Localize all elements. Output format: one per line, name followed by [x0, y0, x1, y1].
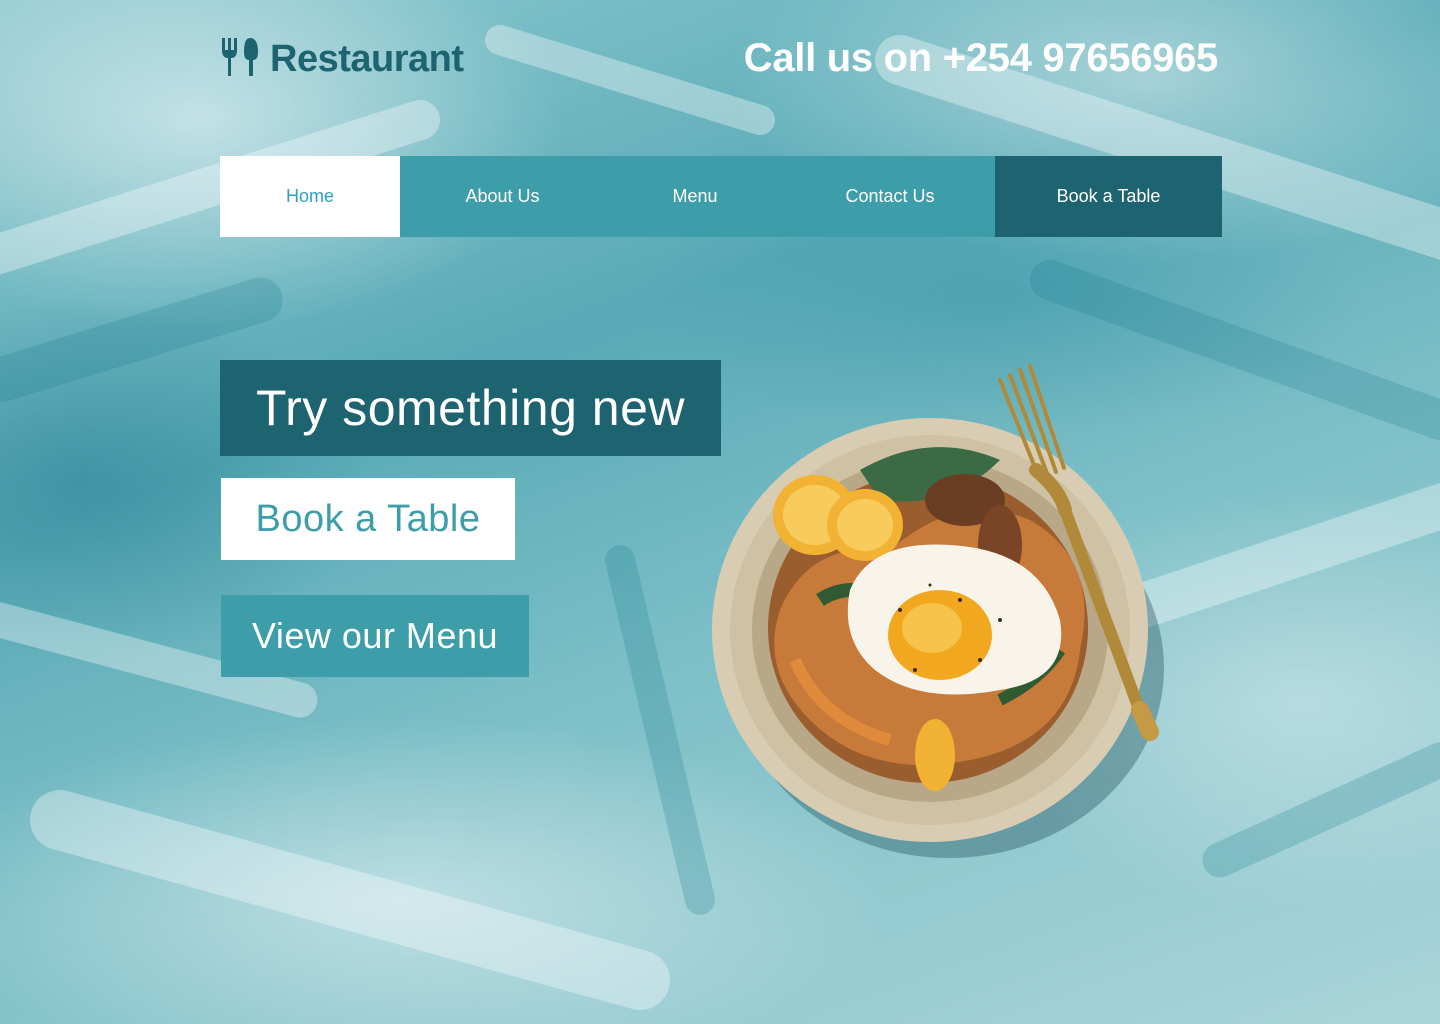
nav-book-a-table[interactable]: Book a Table	[995, 156, 1222, 237]
view-menu-button[interactable]: View our Menu	[221, 595, 529, 677]
logo[interactable]: Restaurant	[220, 36, 464, 83]
nav-contact-us[interactable]: Contact Us	[785, 156, 995, 237]
nav-home[interactable]: Home	[220, 156, 400, 237]
book-table-button[interactable]: Book a Table	[221, 478, 515, 560]
nav-about-us[interactable]: About Us	[400, 156, 605, 237]
main-nav: Home About Us Menu Contact Us Book a Tab…	[220, 156, 1222, 237]
phone-number: Call us on +254 97656965	[743, 36, 1219, 80]
hero-headline: Try something new	[220, 360, 721, 456]
fork-spoon-icon	[220, 36, 262, 83]
logo-text: Restaurant	[270, 38, 464, 80]
food-bowl-image	[712, 364, 1164, 858]
nav-menu[interactable]: Menu	[605, 156, 785, 237]
